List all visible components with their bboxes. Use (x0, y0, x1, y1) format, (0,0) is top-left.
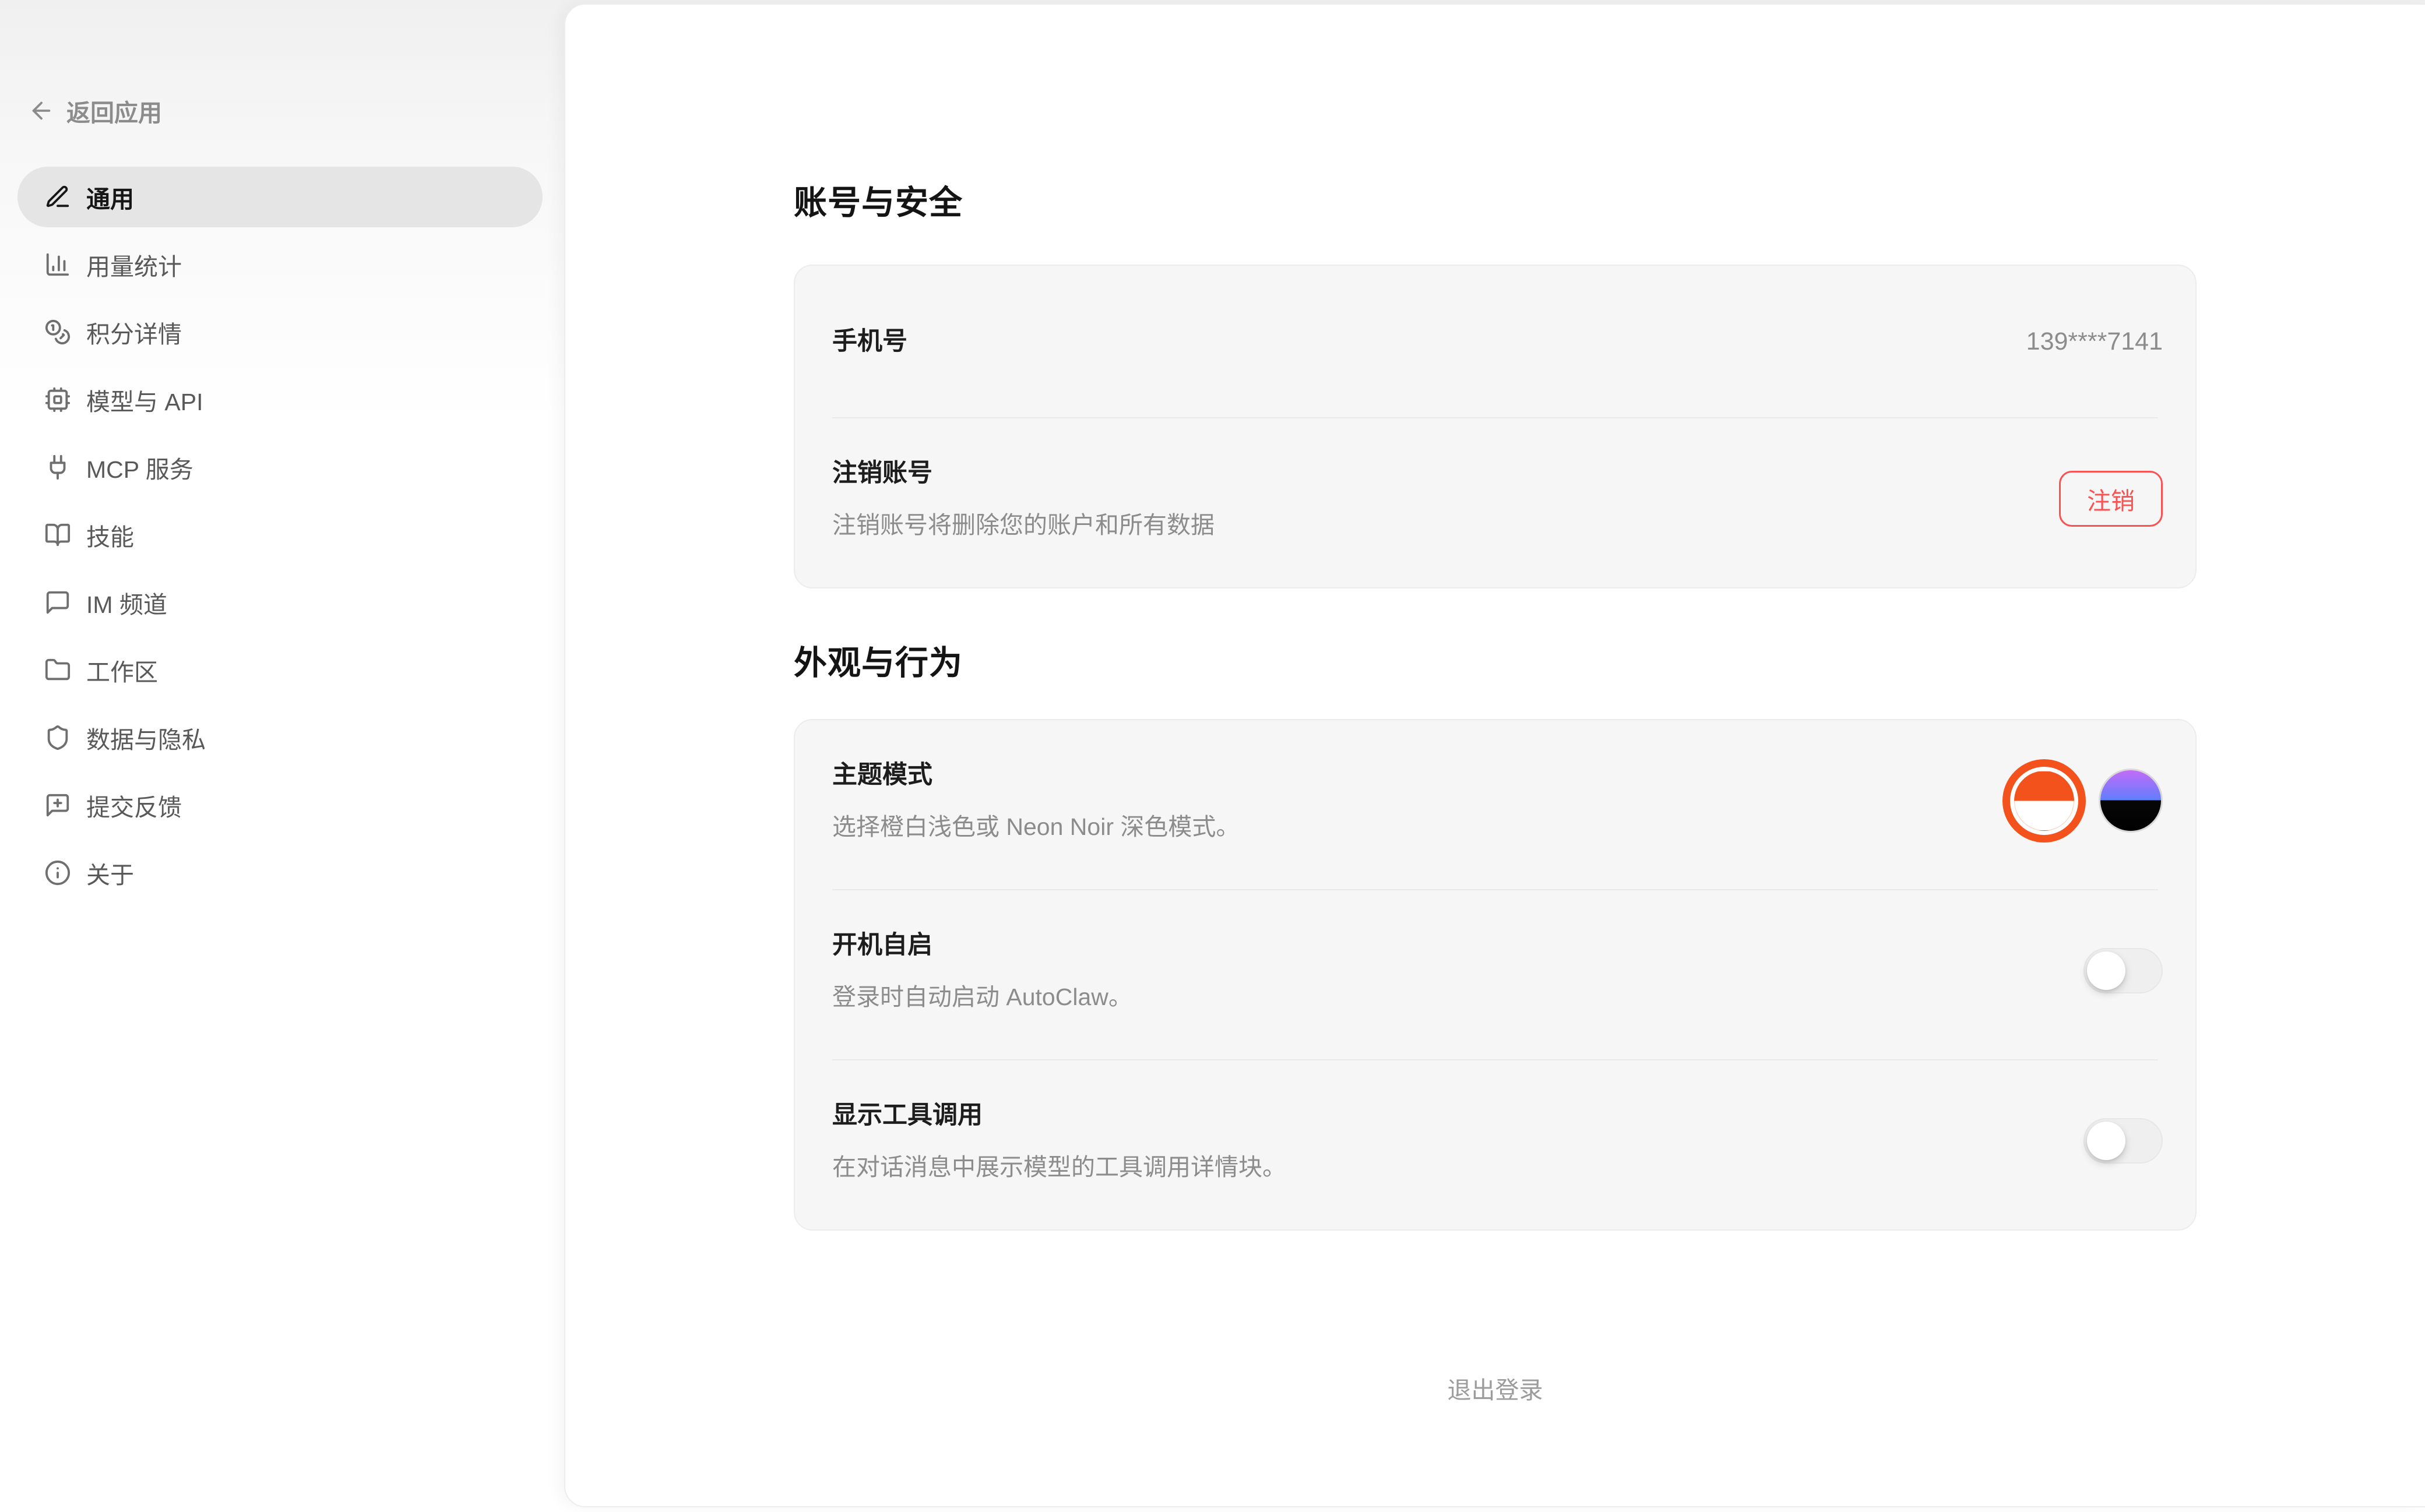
section-title-appearance-behavior: 外观与行为 (794, 640, 2197, 686)
sidebar-item-skills[interactable]: 技能 (17, 505, 543, 565)
sidebar-item-models-api[interactable]: 模型与 API (17, 369, 543, 430)
sidebar: 返回应用 通用 用量统计 积分详情 模型与 API MCP 服务 (0, 0, 564, 1512)
book-open-icon (44, 521, 71, 548)
sidebar-item-label: MCP 服务 (86, 450, 193, 485)
shield-icon (44, 724, 71, 751)
sidebar-item-label: IM 频道 (86, 585, 167, 620)
sidebar-item-label: 提交反馈 (86, 788, 182, 823)
delete-account-row: 注销账号 注销账号将删除您的账户和所有数据 注销 (795, 418, 2195, 587)
phone-number-value: 139****7141 (2026, 327, 2163, 356)
sidebar-item-feedback[interactable]: 提交反馈 (17, 775, 543, 836)
dark-theme-swatch[interactable] (2099, 769, 2163, 833)
section-title-account-security: 账号与安全 (794, 179, 2197, 226)
phone-number-row: 手机号 139****7141 (795, 266, 2195, 417)
light-theme-swatch-preview (2014, 771, 2074, 831)
sidebar-item-usage-stats[interactable]: 用量统计 (17, 234, 543, 295)
theme-mode-row: 主题模式 选择橙白浅色或 Neon Noir 深色模式。 (795, 720, 2195, 889)
sidebar-item-about[interactable]: 关于 (17, 843, 543, 903)
arrow-left-icon (28, 97, 55, 124)
theme-mode-title: 主题模式 (832, 759, 1240, 791)
sidebar-item-workspace[interactable]: 工作区 (17, 640, 543, 700)
autostart-title: 开机自启 (832, 929, 1132, 961)
toggle-knob (2087, 1122, 2125, 1160)
message-icon (44, 589, 71, 616)
light-theme-swatch[interactable] (2002, 759, 2086, 843)
sidebar-item-label: 数据与隐私 (86, 720, 206, 755)
sidebar-item-mcp-services[interactable]: MCP 服务 (17, 437, 543, 498)
settings-content: 账号与安全 手机号 139****7141 注销账号 注销账号将删除您的账户和所… (794, 5, 2197, 1475)
autostart-description: 登录时自动启动 AutoClaw。 (832, 981, 1132, 1013)
sidebar-item-label: 积分详情 (86, 315, 182, 350)
show-tool-calls-toggle[interactable] (2083, 1118, 2163, 1164)
sidebar-item-general[interactable]: 通用 (17, 167, 543, 227)
show-tool-calls-title: 显示工具调用 (832, 1099, 1286, 1132)
sidebar-item-label: 工作区 (86, 653, 158, 688)
show-tool-calls-row: 显示工具调用 在对话消息中展示模型的工具调用详情块。 (795, 1060, 2195, 1229)
sidebar-item-label: 通用 (86, 179, 134, 214)
toggle-knob (2087, 951, 2125, 990)
phone-number-label: 手机号 (832, 325, 907, 358)
settings-window: 返回应用 通用 用量统计 积分详情 模型与 API MCP 服务 (0, 0, 2425, 1512)
sidebar-item-label: 技能 (86, 517, 134, 552)
delete-account-description: 注销账号将删除您的账户和所有数据 (832, 509, 1215, 541)
autostart-toggle[interactable] (2083, 948, 2163, 993)
appearance-behavior-card: 主题模式 选择橙白浅色或 Neon Noir 深色模式。 开机自启 登录时自动 (794, 719, 2197, 1231)
feedback-plus-icon (44, 792, 71, 819)
sidebar-item-credits[interactable]: 积分详情 (17, 302, 543, 362)
sidebar-nav: 通用 用量统计 积分详情 模型与 API MCP 服务 技能 (0, 167, 564, 903)
account-security-card: 手机号 139****7141 注销账号 注销账号将删除您的账户和所有数据 注销 (794, 265, 2197, 588)
theme-mode-description: 选择橙白浅色或 Neon Noir 深色模式。 (832, 811, 1240, 843)
sidebar-item-label: 模型与 API (86, 382, 203, 417)
coins-icon (44, 319, 71, 346)
bar-chart-icon (44, 251, 71, 278)
sidebar-item-label: 用量统计 (86, 247, 182, 282)
delete-account-title: 注销账号 (832, 457, 1215, 489)
plug-icon (44, 454, 71, 481)
settings-panel: 账号与安全 手机号 139****7141 注销账号 注销账号将删除您的账户和所… (564, 3, 2425, 1507)
sidebar-item-data-privacy[interactable]: 数据与隐私 (17, 707, 543, 768)
show-tool-calls-description: 在对话消息中展示模型的工具调用详情块。 (832, 1151, 1286, 1183)
autostart-row: 开机自启 登录时自动启动 AutoClaw。 (795, 890, 2195, 1059)
delete-account-button[interactable]: 注销 (2059, 471, 2163, 527)
theme-swatches (2002, 759, 2163, 843)
folder-icon (44, 657, 71, 683)
logout-button[interactable]: 退出登录 (1448, 1370, 1543, 1405)
sidebar-item-im-channels[interactable]: IM 频道 (17, 572, 543, 633)
info-icon (44, 859, 71, 886)
sidebar-item-label: 关于 (86, 855, 134, 890)
back-to-app-label: 返回应用 (66, 93, 162, 128)
back-to-app-button[interactable]: 返回应用 (28, 93, 162, 128)
pen-line-icon (44, 184, 71, 210)
cpu-icon (44, 386, 71, 413)
